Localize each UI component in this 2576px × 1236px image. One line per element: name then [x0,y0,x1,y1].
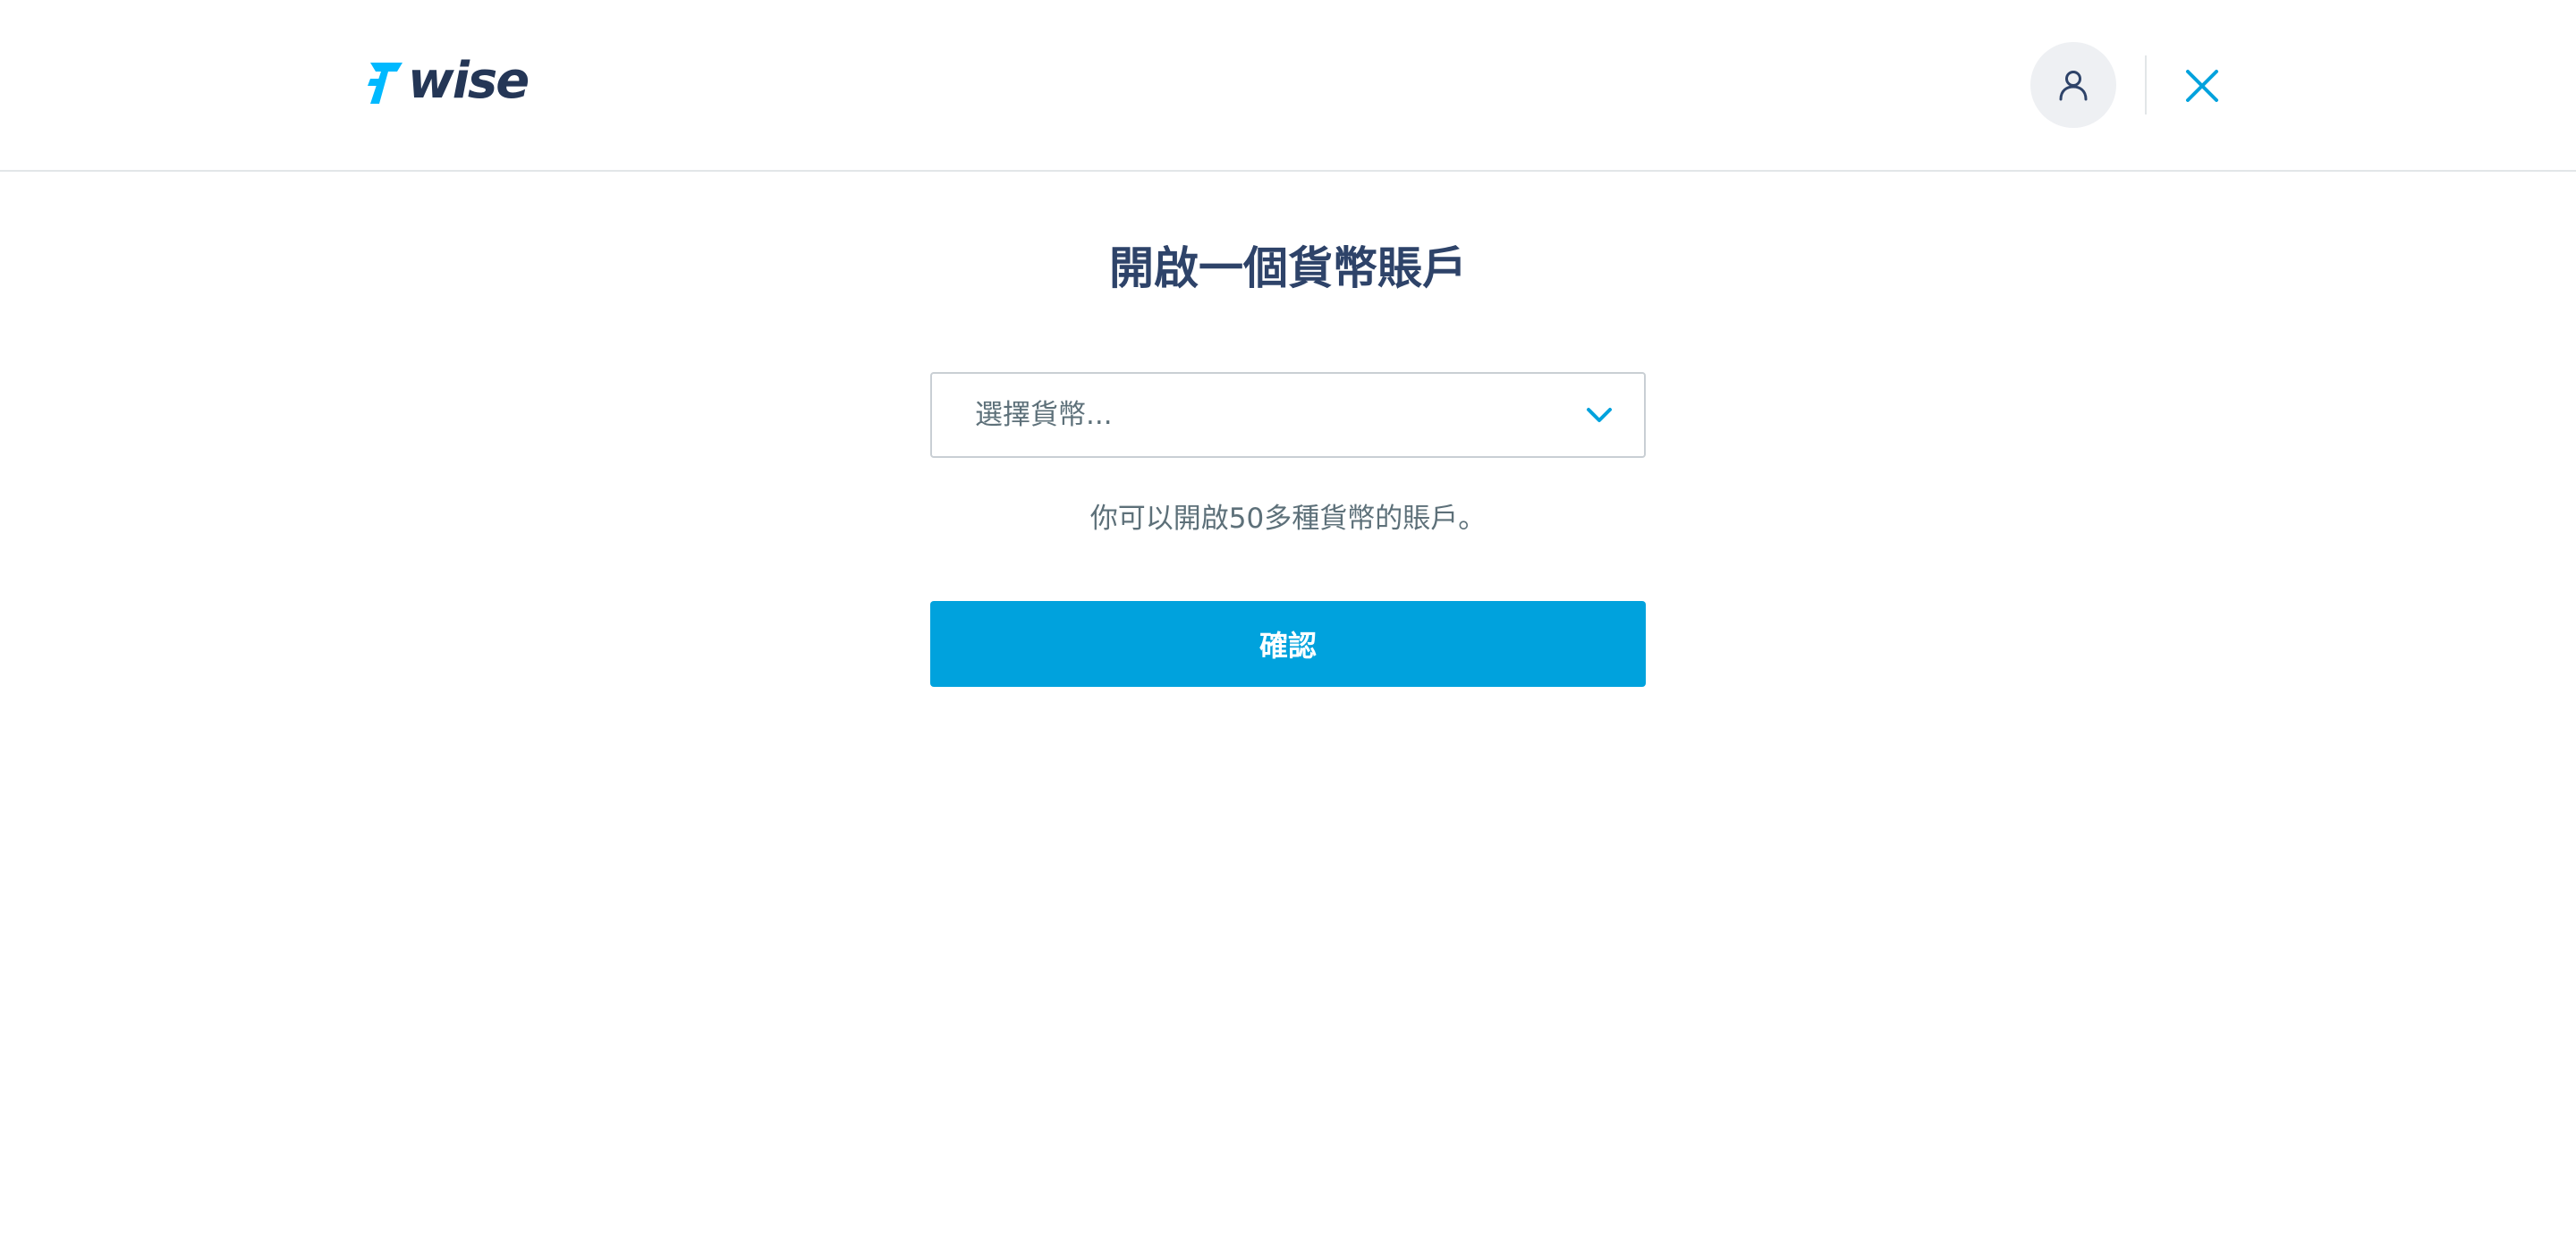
wise-logo[interactable]: wise [367,52,537,110]
user-icon [2059,71,2088,101]
currency-select-placeholder: 選擇貨幣... [975,399,1113,431]
logo-wordmark: wise [408,52,530,110]
top-header: wise [0,0,2576,172]
confirm-button[interactable]: 確認 [930,601,1646,687]
page-title: 開啟一個貨幣賬戶 [1109,242,1467,294]
close-button[interactable] [2172,55,2233,116]
header-divider [2145,55,2147,114]
close-icon [2186,70,2218,102]
currency-select[interactable]: 選擇貨幣... [930,372,1646,458]
wise-flag-icon [368,63,402,104]
account-avatar-button[interactable] [2030,42,2116,128]
helper-text: 你可以開啟50多種貨幣的賬戶。 [1089,503,1487,535]
chevron-down-icon [1587,408,1612,422]
